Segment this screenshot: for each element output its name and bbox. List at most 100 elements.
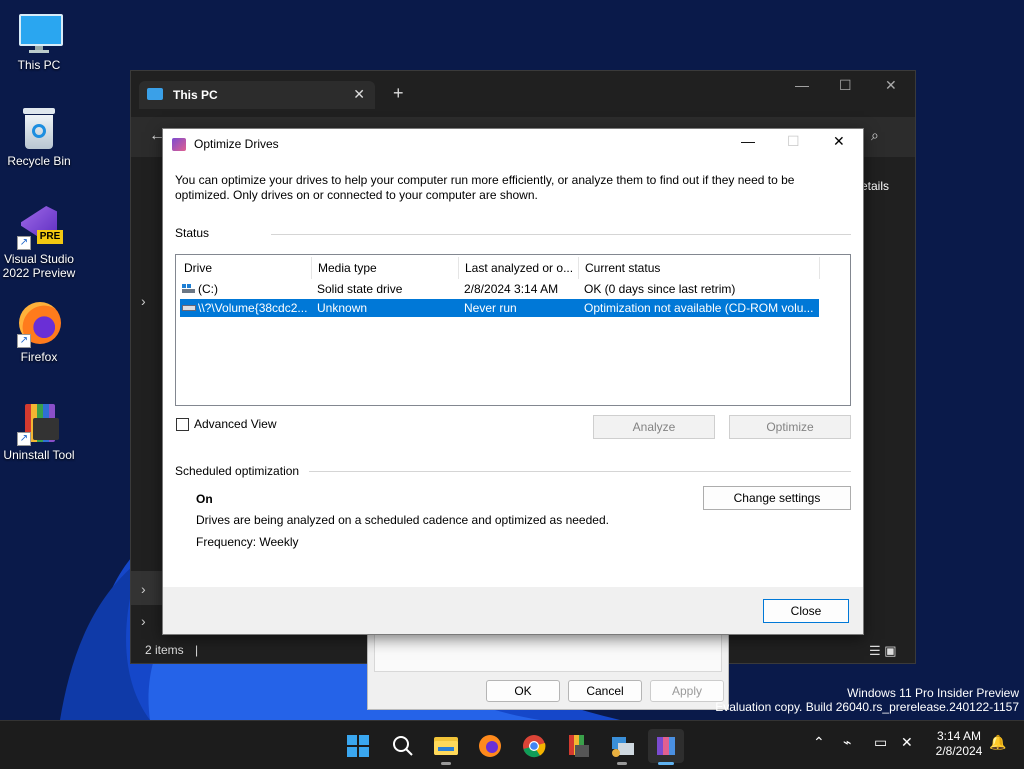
current-status: OK (0 days since last retrim) <box>584 282 736 296</box>
intro-text: You can optimize your drives to help you… <box>175 173 795 202</box>
column-header-media-type[interactable]: Media type <box>318 261 377 275</box>
search-icon[interactable]: ⌕ <box>871 127 879 144</box>
divider <box>309 471 851 472</box>
tab-this-pc[interactable]: This PC ✕ <box>139 81 375 109</box>
chevron-right-icon[interactable]: › <box>141 581 146 597</box>
file-explorer-icon <box>434 737 458 755</box>
column-separator[interactable] <box>311 257 312 279</box>
pre-badge: PRE <box>37 230 63 244</box>
volume-muted-icon[interactable]: ✕ <box>901 734 913 751</box>
desktop-icon-recycle-bin[interactable]: Recycle Bin <box>0 106 78 168</box>
desktop-icon-firefox[interactable]: ↗ Firefox <box>0 302 78 364</box>
advanced-view-label[interactable]: Advanced View <box>194 417 277 431</box>
watermark-line-1: Windows 11 Pro Insider Preview <box>847 686 1019 700</box>
minimize-button[interactable]: — <box>741 133 755 149</box>
clock[interactable]: 3:14 AM 2/8/2024 <box>924 729 994 759</box>
uninstall-tool-icon <box>569 735 589 757</box>
optimize-drives-icon <box>657 737 675 755</box>
close-window-button[interactable]: ✕ <box>833 133 845 150</box>
optimize-button[interactable]: Optimize <box>729 415 851 439</box>
start-button[interactable] <box>340 729 376 763</box>
running-indicator <box>441 762 451 765</box>
close-window-button[interactable]: ✕ <box>885 77 897 94</box>
maximize-button[interactable]: ☐ <box>839 77 852 94</box>
scheduled-heading: Scheduled optimization <box>175 464 300 478</box>
clock-time: 3:14 AM <box>936 729 982 743</box>
list-header: Drive Media type Last analyzed or o... C… <box>176 255 850 279</box>
table-row[interactable]: (C:) Solid state drive 2/8/2024 3:14 AM … <box>180 280 819 298</box>
apply-button[interactable]: Apply <box>650 680 724 702</box>
media-type: Solid state drive <box>317 282 403 296</box>
taskbar-firefox[interactable] <box>472 729 508 763</box>
properties-content <box>374 633 722 672</box>
tab-title: This PC <box>173 88 218 102</box>
change-settings-button[interactable]: Change settings <box>703 486 851 510</box>
status-bar: 2 items | <box>145 643 198 657</box>
desktop-icon-label: This PC <box>17 58 61 72</box>
taskbar: ⌃ ⌁ ▭ ✕ 3:14 AM 2/8/2024 🔔 <box>0 720 1024 769</box>
nav-item-selected[interactable] <box>131 571 163 605</box>
view-toggle[interactable]: ☰ ▣ <box>869 643 897 659</box>
chevron-right-icon[interactable]: › <box>141 293 146 309</box>
firefox-icon <box>479 735 501 757</box>
shortcut-arrow-icon: ↗ <box>17 236 31 250</box>
display-icon[interactable]: ▭ <box>874 734 887 751</box>
close-tab-icon[interactable]: ✕ <box>353 86 365 103</box>
notification-bell-icon[interactable]: 🔔 <box>989 734 1006 751</box>
taskbar-app[interactable] <box>604 729 640 765</box>
drive-name: (C:) <box>198 282 218 296</box>
search-button[interactable] <box>385 729 421 763</box>
clock-date: 2/8/2024 <box>935 744 983 758</box>
desktop-icon-visual-studio[interactable]: PRE ↗ Visual Studio 2022 Preview <box>0 204 78 280</box>
advanced-view-checkbox[interactable] <box>176 418 189 431</box>
cdrom-drive-icon <box>182 303 196 312</box>
status-heading: Status <box>175 226 210 240</box>
new-tab-button[interactable]: + <box>393 83 404 104</box>
column-separator[interactable] <box>458 257 459 279</box>
last-analyzed: Never run <box>464 301 517 315</box>
ok-button[interactable]: OK <box>486 680 560 702</box>
tiles-view-icon[interactable]: ▣ <box>884 643 896 658</box>
watermark-line-2: Evaluation copy. Build 26040.rs_prerelea… <box>715 700 1019 714</box>
media-type: Unknown <box>317 301 368 315</box>
details-view-icon[interactable]: ☰ <box>869 643 881 658</box>
uninstall-tool-icon: ↗ <box>17 400 61 446</box>
drive-list[interactable]: Drive Media type Last analyzed or o... C… <box>175 254 851 406</box>
ssd-drive-icon <box>182 284 195 293</box>
analyze-button[interactable]: Analyze <box>593 415 715 439</box>
taskbar-chrome[interactable] <box>516 729 552 763</box>
column-header-drive[interactable]: Drive <box>184 261 212 275</box>
firefox-icon: ↗ <box>17 302 61 348</box>
chrome-icon <box>523 735 546 758</box>
desktop-icon-uninstall-tool[interactable]: ↗ Uninstall Tool <box>0 400 78 462</box>
taskbar-file-explorer[interactable] <box>428 729 464 765</box>
maximize-button: ☐ <box>787 133 800 149</box>
title-bar: Optimize Drives — ☐ ✕ <box>163 129 863 159</box>
chevron-up-icon[interactable]: ⌃ <box>813 734 825 751</box>
minimize-button[interactable]: — <box>795 77 809 93</box>
details-button[interactable]: etails <box>861 179 889 193</box>
app-icon <box>612 737 634 757</box>
desktop-icon-label: Uninstall Tool <box>3 448 75 462</box>
desktop-icon-this-pc[interactable]: This PC <box>0 10 78 72</box>
network-icon[interactable]: ⌁ <box>843 734 851 751</box>
dialog-footer: Close <box>163 587 863 634</box>
taskbar-optimize-drives[interactable] <box>648 729 684 765</box>
os-watermark: Windows 11 Pro Insider Preview Evaluatio… <box>715 686 1019 714</box>
schedule-description: Drives are being analyzed on a scheduled… <box>196 513 609 527</box>
cancel-button[interactable]: Cancel <box>568 680 642 702</box>
dialog-title: Optimize Drives <box>194 137 279 151</box>
taskbar-uninstall-tool[interactable] <box>560 729 596 763</box>
column-separator[interactable] <box>819 257 820 279</box>
close-button[interactable]: Close <box>763 599 849 623</box>
desktop-icon-label: Visual Studio 2022 Preview <box>2 252 76 280</box>
active-indicator <box>658 762 674 765</box>
start-icon <box>347 735 369 757</box>
monitor-icon <box>17 10 63 54</box>
column-header-last-analyzed[interactable]: Last analyzed or o... <box>465 261 573 275</box>
table-row[interactable]: \\?\Volume{38cdc2... Unknown Never run O… <box>180 299 819 317</box>
chevron-right-icon[interactable]: › <box>141 613 146 629</box>
monitor-icon <box>147 88 163 100</box>
column-header-current-status[interactable]: Current status <box>585 261 660 275</box>
column-separator[interactable] <box>578 257 579 279</box>
